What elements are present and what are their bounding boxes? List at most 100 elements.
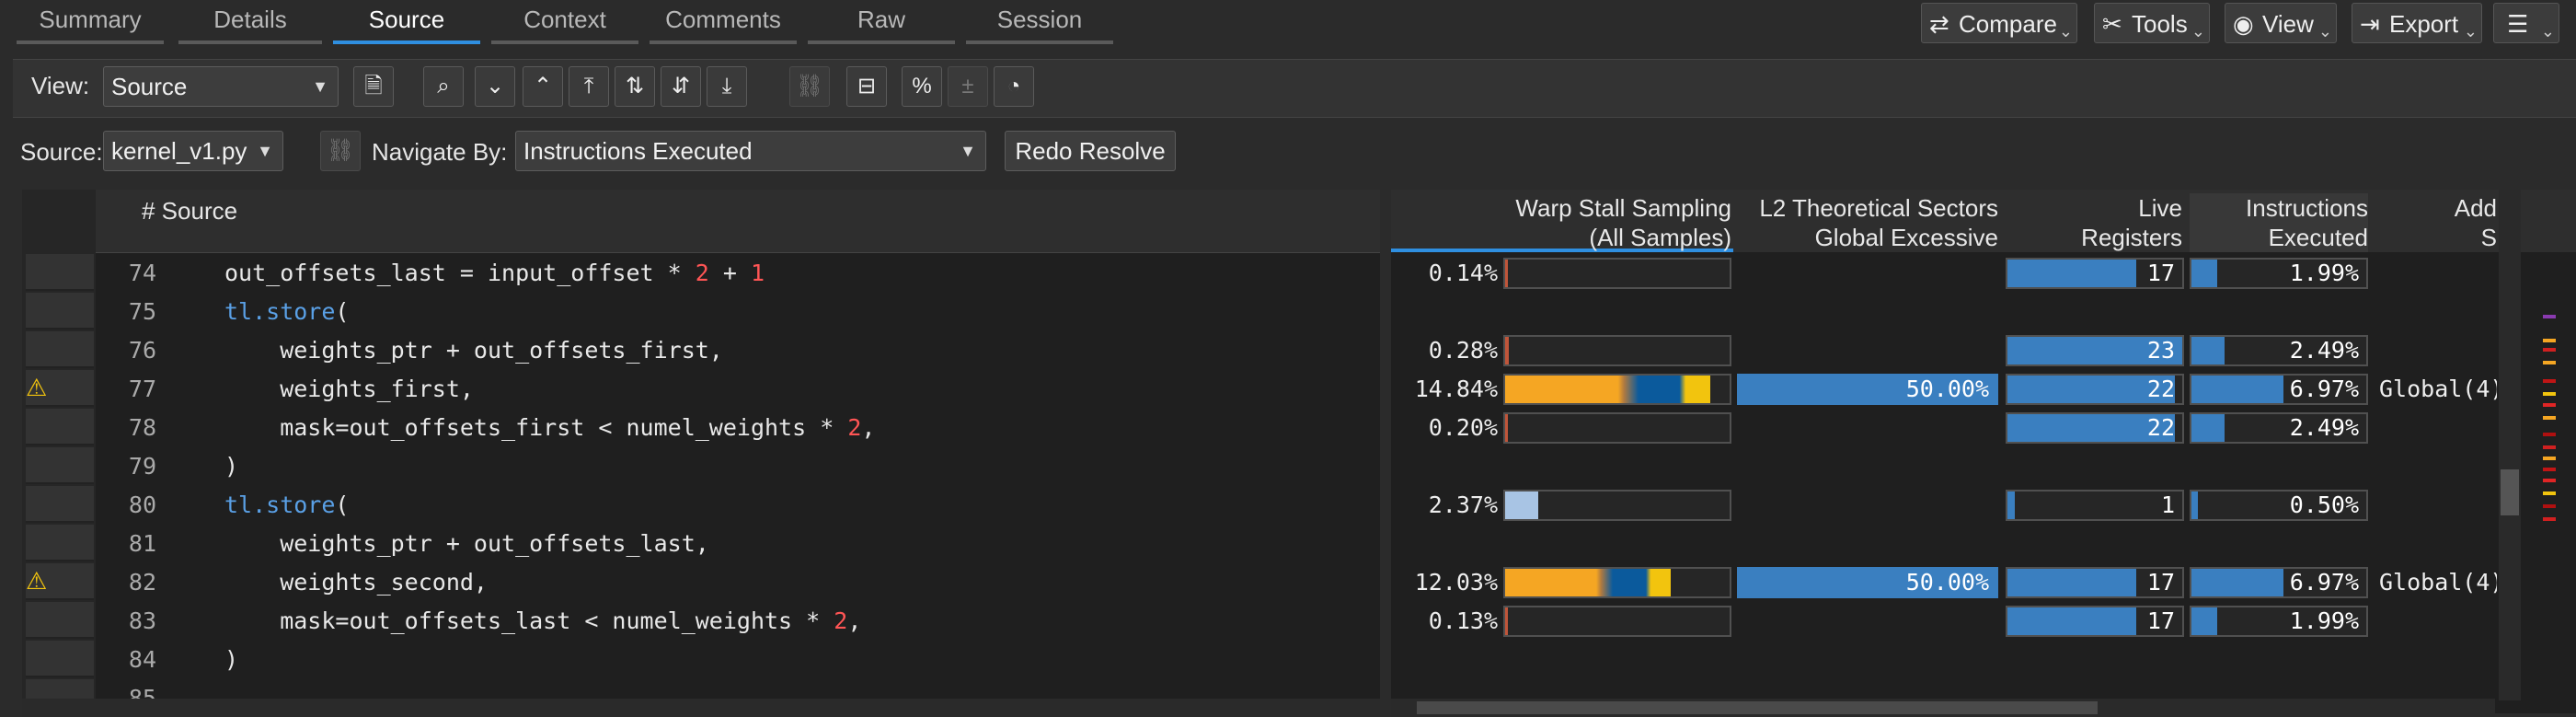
code-token: weights_ptr + out_offsets_last,	[224, 530, 709, 557]
live-registers-fill	[2007, 607, 2137, 635]
plus-minus-icon[interactable]: ±	[948, 66, 988, 107]
chevron-down-icon[interactable]: ⌄	[475, 66, 515, 107]
source-line[interactable]: out_offsets_last = input_offset * 2 + 1	[224, 260, 765, 286]
pdf-icon[interactable]: 🗎	[353, 66, 394, 107]
view-button[interactable]: ◉ View ⌄	[2225, 3, 2337, 43]
source-line[interactable]: )	[224, 453, 238, 480]
scroll-top-icon[interactable]: ⤒	[569, 66, 609, 107]
warning-icon[interactable]: ⚠	[26, 374, 47, 402]
instructions-executed-fill	[2191, 260, 2218, 287]
horizontal-scrollbar-thumb[interactable]	[1417, 701, 2098, 714]
instructions-executed-bar: 1.99%	[2190, 606, 2368, 637]
code-token: weights_ptr + out_offsets_first,	[224, 337, 723, 364]
percent-icon[interactable]: %	[902, 66, 942, 107]
source-line[interactable]: mask=out_offsets_first < numel_weights *…	[224, 414, 875, 441]
line-number: 84	[128, 646, 156, 673]
address-space-header[interactable]: Add S	[2379, 193, 2497, 252]
chevron-up-icon[interactable]: ⌃	[523, 66, 563, 107]
source-line[interactable]: weights_ptr + out_offsets_first,	[224, 337, 723, 364]
instructions-executed-bar: 2.49%	[2190, 335, 2368, 366]
menu-button[interactable]: ☰ ⌄	[2493, 3, 2559, 43]
warp-stall-bar	[1503, 412, 1731, 444]
warning-icon[interactable]: ⚠	[26, 567, 47, 596]
instructions-executed-bar: 6.97%	[2190, 374, 2368, 405]
scroll-bottom-icon[interactable]: ⤓	[707, 66, 747, 107]
tab-context[interactable]: Context	[491, 0, 638, 44]
link-icon[interactable]: ⛓	[320, 131, 361, 171]
tools-button[interactable]: ✂ Tools ⌄	[2094, 3, 2210, 43]
warp-stall-fill	[1505, 260, 1508, 287]
chevron-down-icon: ⌄	[2317, 22, 2332, 40]
heat-marker	[2543, 457, 2556, 460]
live-registers-bar: 22	[2006, 412, 2184, 444]
warp-stall-header[interactable]: Warp Stall Sampling (All Samples)	[1463, 193, 1731, 252]
heat-marker	[2543, 479, 2556, 482]
source-line[interactable]: weights_second,	[224, 569, 488, 596]
view-select[interactable]: Source ▼	[103, 66, 339, 107]
instructions-executed-value: 6.97%	[2289, 569, 2359, 596]
instructions-executed-value: 6.97%	[2289, 376, 2359, 402]
source-line[interactable]: weights_ptr + out_offsets_last,	[224, 530, 709, 557]
line-number: 74	[128, 260, 156, 286]
instructions-executed-value: 1.99%	[2289, 260, 2359, 286]
link-icon[interactable]: ⛓	[789, 66, 830, 107]
number-literal: 1	[750, 260, 765, 286]
live-registers-bar: 23	[2006, 335, 2184, 366]
gutter-cell	[26, 409, 94, 445]
pie-chart-icon[interactable]: ◔	[994, 66, 1034, 107]
chevron-down-icon: ⌄	[2463, 22, 2478, 40]
line-number: 80	[128, 491, 156, 518]
source-line[interactable]: )	[224, 646, 238, 673]
vertical-scrollbar-thumb[interactable]	[2501, 469, 2519, 515]
gutter-cell	[26, 486, 94, 523]
line-number: 77	[128, 376, 156, 402]
heat-marker	[2543, 392, 2556, 396]
sort-descending-icon[interactable]: ⇵	[661, 66, 701, 107]
instructions-executed-fill	[2191, 491, 2199, 519]
warp-stall-value: 2.37%	[1428, 491, 1498, 518]
navigate-by-select[interactable]: Instructions Executed ▼	[515, 131, 986, 171]
address-space-value: Global(4)	[2379, 376, 2497, 402]
code-token: ,	[861, 414, 876, 441]
l2-sectors-value: 50.00%	[1905, 569, 1989, 596]
warp-stall-value: 0.13%	[1428, 607, 1498, 634]
code-token: )	[224, 646, 239, 673]
heat-marker	[2543, 504, 2556, 508]
live-registers-header[interactable]: Live Registers	[2006, 193, 2182, 252]
source-label: Source:	[20, 138, 103, 166]
collapse-icon[interactable]: ⊟	[846, 66, 887, 107]
tab-session[interactable]: Session	[966, 0, 1113, 44]
code-token: weights_second,	[224, 569, 488, 596]
l2-sectors-header[interactable]: L2 Theoretical Sectors Global Excessive	[1737, 193, 1998, 252]
warp-stall-fill	[1505, 607, 1508, 635]
warp-stall-bar	[1503, 606, 1731, 637]
l2-sectors-value: 50.00%	[1905, 376, 1989, 402]
live-registers-value: 22	[2146, 376, 2175, 402]
chevron-down-icon: ⌄	[2191, 22, 2205, 40]
source-line[interactable]: tl.store(	[224, 298, 349, 325]
chevron-down-icon: ⌄	[2058, 22, 2073, 40]
source-select[interactable]: kernel_v1.py ▼	[103, 131, 283, 171]
source-line[interactable]: tl.store(	[224, 491, 349, 518]
source-column-header[interactable]: # Source	[142, 197, 237, 226]
sort-ascending-icon[interactable]: ⇅	[615, 66, 655, 107]
redo-resolve-button[interactable]: Redo Resolve	[1005, 131, 1176, 171]
vertical-scrollbar[interactable]	[2499, 190, 2521, 700]
instructions-executed-header[interactable]: Instructions Executed	[2190, 193, 2368, 252]
tab-comments[interactable]: Comments	[650, 0, 797, 44]
live-registers-bar: 17	[2006, 258, 2184, 289]
tab-source[interactable]: Source	[333, 0, 480, 44]
warp-stall-bar	[1503, 258, 1731, 289]
search-icon[interactable]: ⌕	[423, 66, 464, 107]
source-line[interactable]: mask=out_offsets_last < numel_weights * …	[224, 607, 861, 634]
export-button[interactable]: ⇥ Export ⌄	[2352, 3, 2482, 43]
tab-raw[interactable]: Raw	[808, 0, 955, 44]
source-line[interactable]: weights_first,	[224, 376, 474, 402]
chevron-down-icon: ▼	[312, 77, 328, 96]
heat-marker	[2543, 379, 2556, 383]
tab-summary[interactable]: Summary	[17, 0, 164, 44]
l2-sectors-bar: 50.00%	[1737, 374, 1998, 405]
horizontal-scrollbar[interactable]	[22, 699, 1380, 717]
tab-details[interactable]: Details	[178, 0, 322, 44]
compare-button[interactable]: ⇄ Compare ⌄	[1921, 3, 2077, 43]
